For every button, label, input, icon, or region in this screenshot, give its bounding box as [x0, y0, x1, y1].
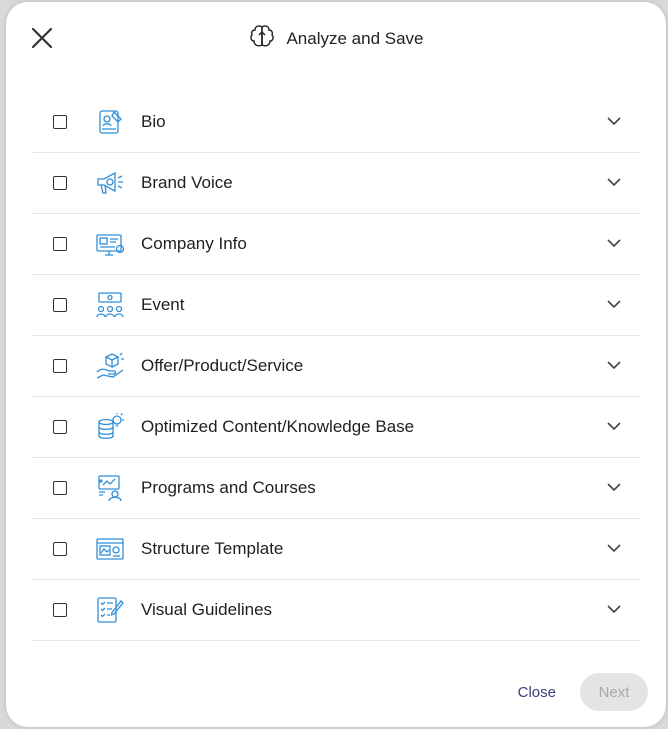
modal-title: Analyze and Save [286, 29, 424, 48]
item-label: Visual Guidelines [141, 600, 273, 619]
next-button[interactable]: Next [580, 673, 648, 711]
megaphone-icon [95, 168, 125, 198]
company-screen-icon [95, 229, 125, 259]
item-label: Structure Template [141, 539, 284, 558]
list-item-bio[interactable]: Bio [32, 92, 640, 153]
list-item-structure-template[interactable]: Structure Template [32, 519, 640, 580]
checkbox[interactable] [53, 542, 67, 556]
chevron-down-icon[interactable] [606, 113, 622, 129]
checkbox[interactable] [53, 298, 67, 312]
modal-header: Analyze and Save [6, 22, 666, 56]
list-item-offer-product-service[interactable]: Offer/Product/Service [32, 336, 640, 397]
chevron-down-icon[interactable] [606, 601, 622, 617]
list-item-programs-courses[interactable]: Programs and Courses [32, 458, 640, 519]
item-label: Offer/Product/Service [141, 356, 304, 375]
hand-box-icon [95, 351, 125, 381]
analyze-save-modal: Analyze and Save Bio Brand Voice Company… [6, 2, 666, 727]
item-label: Company Info [141, 234, 247, 253]
layout-template-icon [95, 534, 125, 564]
modal-footer: Close Next [508, 673, 648, 711]
item-label: Optimized Content/Knowledge Base [141, 417, 415, 436]
item-label: Programs and Courses [141, 478, 316, 497]
item-label: Event [141, 295, 185, 314]
category-list: Bio Brand Voice Company Info Event Offer… [32, 92, 640, 641]
checkbox[interactable] [53, 115, 67, 129]
chevron-down-icon[interactable] [606, 418, 622, 434]
checkbox[interactable] [53, 603, 67, 617]
checklist-pencil-icon [95, 595, 125, 625]
presentation-icon [95, 473, 125, 503]
chevron-down-icon[interactable] [606, 357, 622, 373]
checkbox[interactable] [53, 481, 67, 495]
item-label: Brand Voice [141, 173, 233, 192]
bio-book-icon [95, 107, 125, 137]
chevron-down-icon[interactable] [606, 296, 622, 312]
checkbox[interactable] [53, 237, 67, 251]
chevron-down-icon[interactable] [606, 235, 622, 251]
list-item-optimized-content[interactable]: Optimized Content/Knowledge Base [32, 397, 640, 458]
list-item-brand-voice[interactable]: Brand Voice [32, 153, 640, 214]
checkbox[interactable] [53, 359, 67, 373]
database-bulb-icon [95, 412, 125, 442]
brain-icon [248, 23, 276, 56]
chevron-down-icon[interactable] [606, 540, 622, 556]
list-item-company-info[interactable]: Company Info [32, 214, 640, 275]
event-people-icon [95, 290, 125, 320]
chevron-down-icon[interactable] [606, 479, 622, 495]
list-item-event[interactable]: Event [32, 275, 640, 336]
list-item-visual-guidelines[interactable]: Visual Guidelines [32, 580, 640, 641]
checkbox[interactable] [53, 176, 67, 190]
checkbox[interactable] [53, 420, 67, 434]
item-label: Bio [141, 112, 166, 131]
chevron-down-icon[interactable] [606, 174, 622, 190]
close-button[interactable]: Close [508, 676, 566, 709]
